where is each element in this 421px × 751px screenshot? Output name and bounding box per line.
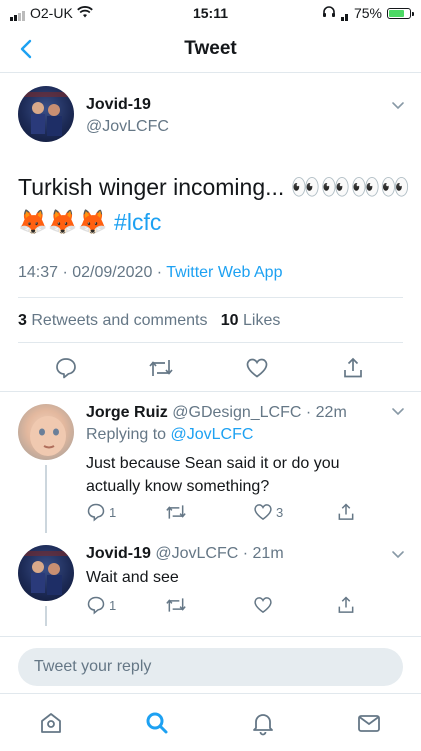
heart-icon[interactable] [245, 356, 269, 380]
status-right-group: 75% [322, 5, 414, 21]
replying-to: Replying to @JovLCFC [86, 426, 253, 444]
divider [18, 342, 403, 343]
reply-count: 1 [109, 504, 117, 520]
status-bar: O2-UK 15:11 75% [0, 0, 421, 28]
headphones-icon [322, 5, 336, 21]
tweet-body: Turkish winger incoming... 👀👀👀👀 🦊🦊🦊 #lcf… [18, 170, 413, 240]
search-icon[interactable] [144, 710, 170, 736]
like-count: 3 [276, 504, 284, 520]
header: Tweet [0, 28, 421, 73]
reply-input-placeholder: Tweet your reply [34, 658, 152, 675]
signal-bars-icon [340, 5, 349, 21]
retweets-label: Retweets and comments [31, 312, 208, 329]
mail-icon[interactable] [356, 710, 382, 736]
thread-line [45, 606, 47, 626]
reply-avatar[interactable] [18, 404, 74, 460]
share-icon[interactable] [336, 502, 356, 522]
author-avatar[interactable] [18, 86, 74, 142]
heart-icon[interactable] [253, 595, 273, 615]
tweet-source-link[interactable]: Twitter Web App [166, 264, 282, 281]
bell-icon[interactable] [250, 710, 276, 736]
tweet-text: Turkish winger incoming... [18, 174, 285, 200]
reply-like-action[interactable]: 3 [253, 502, 283, 522]
reply-text: Wait and see [86, 569, 179, 586]
tab-bar [0, 693, 421, 751]
share-icon[interactable] [336, 595, 356, 615]
replying-handle-link[interactable]: @JovLCFC [171, 426, 254, 443]
retweet-icon[interactable] [165, 502, 187, 522]
tweet-timestamp: 14:37 · 02/09/2020 · [18, 264, 167, 281]
chevron-down-icon[interactable] [391, 98, 405, 112]
likes-label: Likes [243, 312, 281, 329]
comment-icon [87, 503, 105, 522]
tweet-meta: 14:37 · 02/09/2020 · Twitter Web App [18, 264, 282, 282]
fox-emoji: 🦊🦊🦊 [18, 209, 108, 236]
reply-author-name[interactable]: Jovid-19 [86, 545, 151, 562]
reply-header: Jorge Ruiz @GDesign_LCFC · 22m [86, 404, 347, 422]
heart-icon [254, 504, 272, 521]
likes-stat[interactable]: 10 Likes [221, 312, 281, 329]
reply-avatar[interactable] [18, 545, 74, 601]
comment-icon [87, 596, 105, 615]
replying-label: Replying to [86, 426, 167, 443]
author-name[interactable]: Jovid-19 [86, 96, 151, 114]
reply-count: 1 [109, 597, 117, 613]
divider [0, 636, 421, 637]
thread-line [45, 465, 47, 533]
page-title: Tweet [184, 38, 237, 59]
chevron-down-icon[interactable] [391, 547, 405, 561]
chevron-down-icon[interactable] [391, 404, 405, 418]
home-icon[interactable] [38, 710, 64, 736]
retweet-icon[interactable] [165, 595, 187, 615]
reply-author-name[interactable]: Jorge Ruiz [86, 404, 168, 421]
likes-count: 10 [220, 312, 239, 329]
reply-comment-action[interactable]: 1 [86, 595, 116, 615]
reply-author-handle[interactable]: @GDesign_LCFC [172, 404, 301, 421]
eyes-emoji: 👀👀👀👀 [290, 174, 411, 201]
battery-percent: 75% [353, 5, 382, 21]
retweets-count: 3 [18, 312, 27, 329]
divider [0, 391, 421, 392]
reply-input[interactable]: Tweet your reply [18, 648, 403, 686]
reply-author-handle[interactable]: @JovLCFC [155, 545, 238, 562]
comment-icon[interactable] [54, 356, 78, 380]
reply-text: Just because Sean said it or do you actu… [86, 455, 340, 495]
retweet-icon[interactable] [148, 356, 174, 380]
reply-header: Jovid-19 @JovLCFC · 21m [86, 545, 284, 563]
battery-icon [387, 7, 414, 19]
share-icon[interactable] [341, 356, 365, 380]
reply-time: · 22m [305, 404, 347, 421]
author-handle[interactable]: @JovLCFC [86, 118, 169, 136]
reply-time: · 21m [242, 545, 284, 562]
tweet-stats: 3 Retweets and comments 10 Likes [18, 312, 280, 330]
divider [18, 297, 403, 298]
retweets-stat[interactable]: 3 Retweets and comments [18, 312, 207, 329]
reply-comment-action[interactable]: 1 [86, 502, 116, 522]
hashtag-link[interactable]: #lcfc [114, 209, 161, 235]
